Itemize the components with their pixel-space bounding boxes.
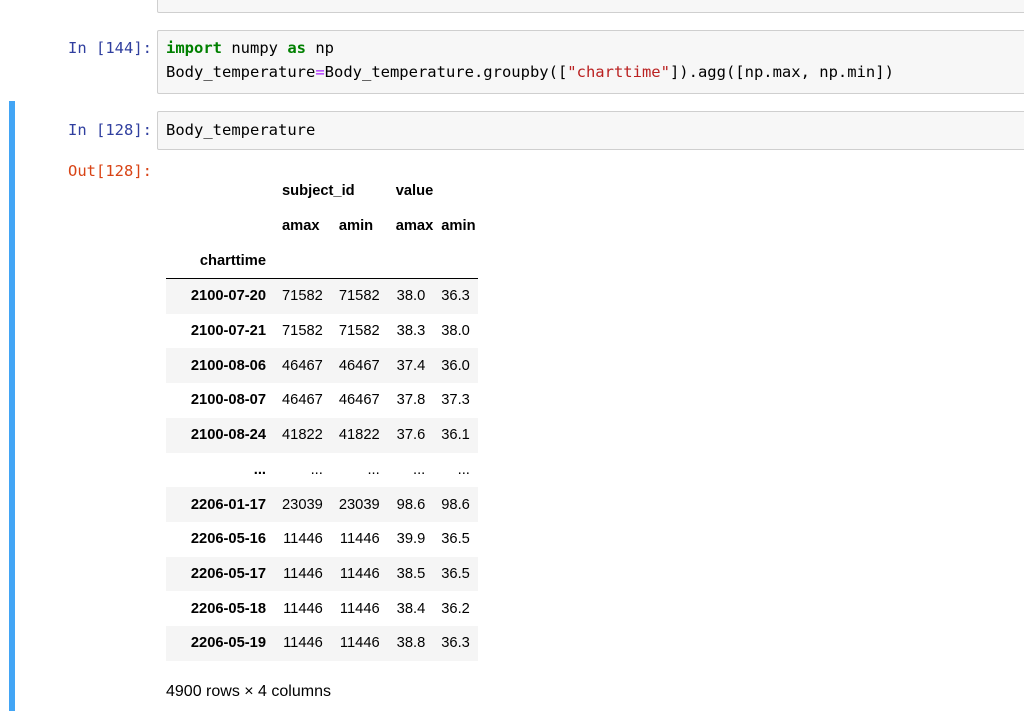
table-cell: 98.6 <box>441 496 470 513</box>
table-row: 2100-08-24 41822 41822 37.6 36.1 <box>166 417 478 453</box>
table-row-ellipsis: ... ... ... ... ... <box>166 453 478 488</box>
table-cell: 41822 <box>282 427 323 444</box>
table-cell: 36.3 <box>441 635 470 652</box>
row-index: ... <box>253 461 266 478</box>
table-cell: 39.9 <box>396 531 426 548</box>
table-cell: 11446 <box>339 635 380 652</box>
table-cell: 46467 <box>282 392 323 409</box>
keyword-as: as <box>287 39 306 57</box>
table-cell: 23039 <box>338 496 380 513</box>
table-cell: 71582 <box>282 288 323 305</box>
table-row: 2100-08-07 46467 46467 37.8 37.3 <box>166 383 478 418</box>
row-index: 2206-05-18 <box>190 600 266 617</box>
table-cell: 71582 <box>338 323 380 340</box>
table-cell: ... <box>413 461 426 478</box>
table-cell: 36.0 <box>441 357 470 374</box>
header-amin: amin <box>441 218 476 235</box>
table-cell: ... <box>367 461 380 478</box>
header-blank <box>166 174 274 209</box>
code-text: np <box>306 39 334 57</box>
table-cell: 23039 <box>282 496 323 513</box>
row-index: 2100-08-06 <box>190 357 266 374</box>
table-cell: 38.8 <box>396 635 426 652</box>
header-amax: amax <box>282 218 320 235</box>
previous-cell-input[interactable] <box>157 0 1024 13</box>
code-line-1: import numpy as np <box>166 39 334 57</box>
row-index: 2100-07-21 <box>190 323 266 340</box>
header-amin: amin <box>338 218 374 235</box>
table-cell: 37.3 <box>441 392 470 409</box>
code-line: Body_temperature <box>166 121 316 139</box>
cell-144-prompt: In [144]: <box>68 39 152 57</box>
table-cell: 38.0 <box>396 288 426 305</box>
header-amax: amax <box>395 218 434 235</box>
table-cell: 11446 <box>283 635 323 652</box>
table-row: 2100-07-20 71582 71582 38.0 36.3 <box>166 278 478 314</box>
cell-144-input[interactable]: import numpy as np Body_temperature=Body… <box>157 30 1024 94</box>
table-cell: 41822 <box>338 427 380 444</box>
dataframe-shape-footer: 4900 rows × 4 columns <box>166 683 331 700</box>
selected-cell-indicator <box>9 101 15 711</box>
row-index: 2100-07-20 <box>190 288 266 305</box>
table-cell: 37.6 <box>396 427 426 444</box>
table-cell: 71582 <box>338 288 380 305</box>
row-index: 2206-01-17 <box>190 496 266 513</box>
row-index: 2100-08-24 <box>190 427 266 444</box>
table-cell: ... <box>310 461 323 478</box>
table-cell: 46467 <box>338 357 380 374</box>
table-row: 2206-05-19 11446 11446 38.8 36.3 <box>166 625 478 661</box>
table-row: 2206-05-16 11446 11446 39.9 36.5 <box>166 522 478 557</box>
table-row: 2206-01-17 23039 23039 98.6 98.6 <box>166 487 478 522</box>
table-cell: 38.3 <box>396 323 426 340</box>
table-cell: 36.5 <box>441 565 470 582</box>
table-row: 2206-05-17 11446 11446 38.5 36.5 <box>166 556 478 592</box>
header-row-sub: amax amin amax amin <box>166 209 478 244</box>
table-cell: 46467 <box>338 392 380 409</box>
row-index: 2206-05-19 <box>190 635 266 652</box>
index-name: charttime <box>166 243 274 280</box>
table-cell: 11446 <box>283 600 323 617</box>
table-row: 2206-05-18 11446 11446 38.4 36.2 <box>166 591 478 626</box>
operator: = <box>315 63 325 81</box>
table-cell: ... <box>457 461 470 478</box>
row-index: 2206-05-17 <box>190 565 266 582</box>
table-cell: 11446 <box>283 565 323 582</box>
table-cell: 46467 <box>282 357 323 374</box>
row-index: 2206-05-16 <box>190 531 266 548</box>
table-cell: 36.5 <box>441 531 470 548</box>
table-cell: 11446 <box>339 531 380 548</box>
table-cell: 36.2 <box>441 600 470 617</box>
code-text: numpy <box>222 39 288 57</box>
code-text: Body_temperature <box>166 63 316 81</box>
table-cell: 37.8 <box>396 392 426 409</box>
table-cell: 11446 <box>339 600 380 617</box>
keyword-import: import <box>166 39 222 57</box>
table-cell: 37.4 <box>396 357 426 374</box>
header-blank <box>166 209 274 244</box>
table-cell: 98.6 <box>396 496 426 513</box>
cell-128-out-prompt: Out[128]: <box>68 162 152 180</box>
string-literal: "charttime" <box>567 63 670 81</box>
table-cell: 71582 <box>282 323 323 340</box>
table-row: 2100-08-06 46467 46467 37.4 36.0 <box>166 348 478 384</box>
table-cell: 38.0 <box>441 323 470 340</box>
code-line-2: Body_temperature=Body_temperature.groupb… <box>166 63 894 81</box>
code-text: Body_temperature.groupby([ <box>324 63 568 81</box>
cell-128-prompt: In [128]: <box>68 121 152 139</box>
table-cell: 11446 <box>339 565 380 582</box>
row-index: 2100-08-07 <box>190 392 266 409</box>
table-cell: 38.5 <box>396 565 426 582</box>
table-cell: 11446 <box>283 531 323 548</box>
table-cell: 38.4 <box>396 600 426 617</box>
header-subject-id: subject_id <box>282 183 355 200</box>
code-text: ]).agg([np.max, np.min]) <box>669 63 894 81</box>
table-cell: 36.1 <box>441 427 470 444</box>
header-row-top: subject_id value <box>166 174 478 209</box>
header-row-index: charttime <box>166 243 478 280</box>
cell-128-input[interactable]: Body_temperature <box>157 111 1024 150</box>
header-value: value <box>395 183 434 200</box>
dataframe-table: subject_id value amax amin amax amin cha… <box>166 174 478 661</box>
table-row: 2100-07-21 71582 71582 38.3 38.0 <box>166 314 478 349</box>
table-cell: 36.3 <box>441 288 470 305</box>
